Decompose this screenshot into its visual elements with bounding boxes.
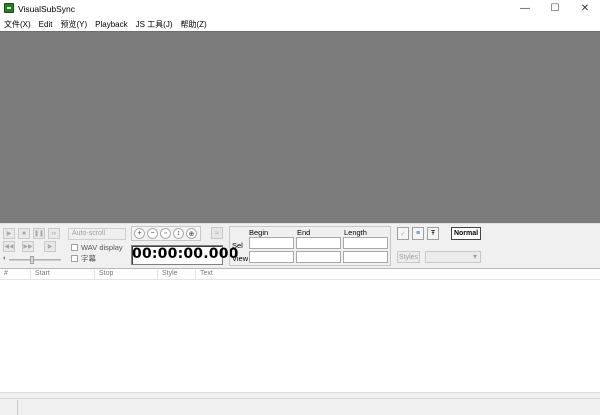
window-title: VisualSubSync	[18, 4, 76, 14]
begin-label: Begin	[249, 228, 269, 237]
zoom-out-icon[interactable]: −	[147, 228, 158, 239]
autoscroll-button[interactable]: Auto-scroll	[68, 228, 126, 240]
skip-back-icon: ◀◀	[4, 244, 14, 250]
video-display-area[interactable]	[0, 31, 600, 223]
column-header-start[interactable]: Start	[30, 270, 50, 279]
loop-icon: ∞	[51, 230, 57, 237]
title-bar: VisualSubSync — ☐ ✕	[0, 0, 600, 17]
control-panel: ▶ ■ ❚❚ ∞ ◀◀ ▶▶ ▶ ◖ Auto-scroll WAV displ…	[0, 223, 600, 268]
sel-end-field[interactable]	[296, 237, 341, 249]
fast-forward-icon: ▶▶	[23, 244, 33, 250]
length-label: Length	[344, 228, 367, 237]
subtitles-checkbox[interactable]: 字幕	[71, 253, 96, 263]
menu-help[interactable]: 帮助(Z)	[181, 19, 207, 30]
loop-button[interactable]: ∞	[48, 228, 60, 239]
subtitles-label: 字幕	[81, 253, 96, 263]
maximize-button[interactable]: ☐	[540, 0, 570, 17]
subtitle-list[interactable]: # Start Stop Style Text	[0, 268, 600, 392]
time-display: 00:00:00.000	[131, 245, 238, 265]
end-label: End	[297, 228, 311, 237]
stop-icon: ■	[22, 230, 26, 237]
stop-button[interactable]: ■	[18, 228, 30, 239]
checkbox-box[interactable]	[71, 254, 78, 262]
minimize-button[interactable]: —	[510, 0, 540, 17]
column-header-stop[interactable]: Stop	[94, 270, 113, 279]
speaker-icon: ◖	[2, 255, 7, 262]
styles-button[interactable]: Styles	[397, 251, 420, 263]
column-header-text[interactable]: Text	[195, 270, 213, 279]
status-pane-2	[18, 400, 600, 415]
waveform-toggle-icon[interactable]: ≈	[211, 227, 223, 239]
checkbox-box[interactable]	[71, 243, 78, 251]
status-pane-1	[0, 400, 18, 415]
check-icon[interactable]: ✓	[397, 227, 409, 240]
menu-edit[interactable]: Edit	[39, 20, 53, 29]
pause-button[interactable]: ❚❚	[33, 228, 45, 239]
menu-file[interactable]: 文件(X)	[4, 19, 31, 30]
styles-dropdown[interactable]	[425, 251, 481, 263]
menu-playback[interactable]: Playback	[95, 20, 127, 29]
status-bar	[0, 398, 600, 415]
zoom-selection-icon[interactable]: ▫	[160, 228, 171, 239]
app-icon	[4, 3, 14, 13]
list-header: # Start Stop Style Text	[0, 269, 600, 280]
sel-begin-field[interactable]	[249, 237, 294, 249]
sel-label: Sel	[232, 241, 243, 250]
column-header-number[interactable]: #	[0, 270, 8, 279]
text-format-icon[interactable]: Ŧ	[427, 227, 439, 240]
zoom-vertical-icon[interactable]: ↕	[173, 228, 184, 239]
close-button[interactable]: ✕	[570, 0, 600, 17]
zoom-all-icon[interactable]: ⊕	[186, 228, 197, 239]
pause-icon: ❚❚	[33, 231, 45, 237]
view-length-field[interactable]	[343, 251, 388, 263]
skip-back-button[interactable]: ◀◀	[3, 241, 15, 252]
wav-display-checkbox[interactable]: WAV display	[71, 242, 123, 252]
view-begin-field[interactable]	[249, 251, 294, 263]
menu-bar: 文件(X) Edit 预览(Y) Playback JS 工具(J) 帮助(Z)	[0, 17, 600, 31]
normal-mode-button[interactable]: Normal	[451, 227, 481, 240]
volume-slider[interactable]	[9, 259, 61, 261]
view-label: View	[232, 254, 249, 263]
play-to-end-button[interactable]: ▶	[44, 241, 56, 252]
selection-group: Begin End Length Sel View	[229, 226, 391, 266]
zoom-in-icon[interactable]: +	[134, 228, 145, 239]
sel-length-field[interactable]	[343, 237, 388, 249]
fast-forward-button[interactable]: ▶▶	[22, 241, 34, 252]
volume-slider-thumb[interactable]	[30, 256, 34, 264]
menu-js-tools[interactable]: JS 工具(J)	[136, 19, 173, 30]
view-end-field[interactable]	[296, 251, 341, 263]
play-button[interactable]: ▶	[3, 228, 15, 239]
text-edit-icon[interactable]: ≡	[412, 227, 424, 240]
zoom-toolbar: + − ▫ ↕ ⊕	[131, 226, 201, 241]
column-header-style[interactable]: Style	[157, 270, 178, 279]
wav-display-label: WAV display	[81, 242, 123, 252]
menu-preview[interactable]: 预览(Y)	[60, 19, 87, 30]
play-icon: ▶	[6, 231, 12, 237]
play-to-end-icon: ▶	[47, 244, 53, 250]
